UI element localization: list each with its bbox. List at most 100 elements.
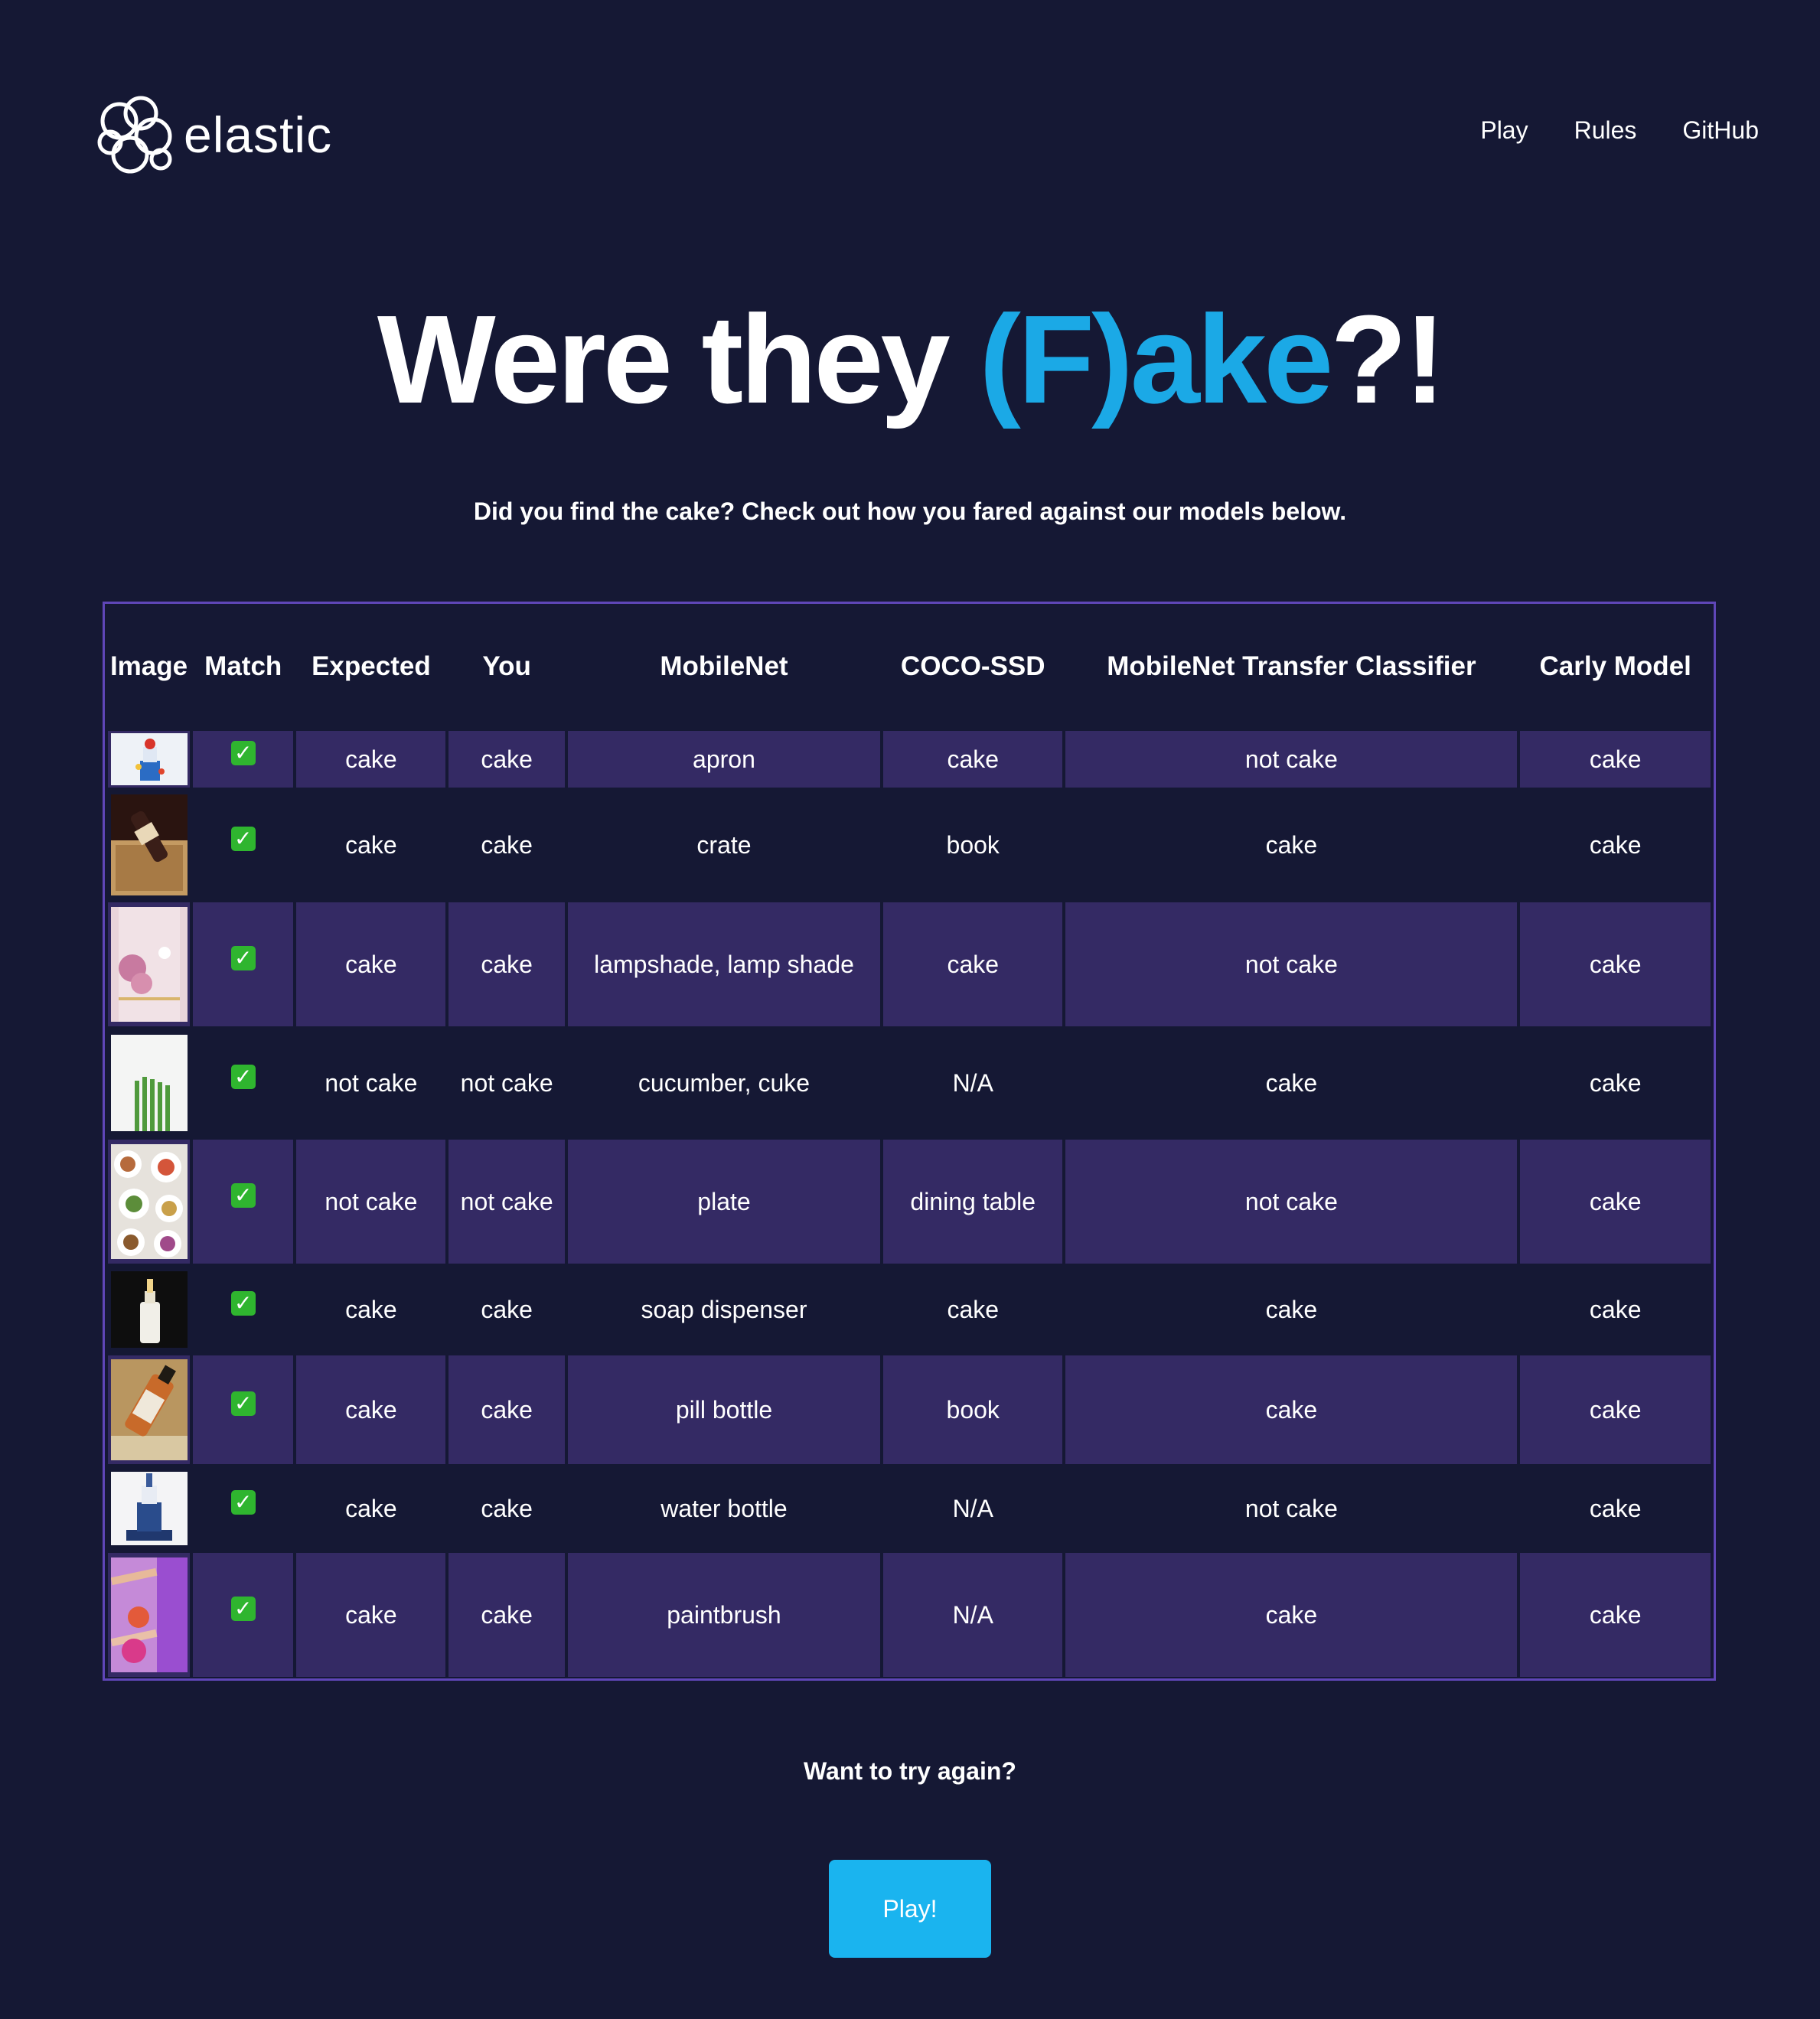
results-table: Image Match Expected You MobileNet COCO-… [105,604,1714,1678]
paintbrush-thumbnail [110,1557,188,1672]
water-bottle-thumbnail [110,1472,188,1545]
you-cell: cake [448,1553,565,1677]
crate-thumbnail [110,794,188,895]
match-cell: ✓ [193,731,294,788]
carly-model-cell: cake [1520,1140,1711,1264]
transfer-classifier-cell: cake [1065,791,1518,899]
page-title: Were they (F)ake?! [0,283,1820,436]
coco-ssd-cell: N/A [883,1029,1063,1137]
lampshade-cake-thumbnail [110,907,188,1022]
you-cell: cake [448,1467,565,1550]
mobilenet-cell: cucumber, cuke [567,1029,881,1137]
image-cell [108,731,191,788]
transfer-classifier-cell: cake [1065,1355,1518,1464]
coco-ssd-cell: book [883,791,1063,899]
soap-dispenser-thumbnail [110,1271,188,1348]
match-cell: ✓ [193,1467,294,1550]
checkmark-icon: ✓ [230,945,256,970]
col-header-match: Match [204,651,282,681]
coco-ssd-cell: book [883,1355,1063,1464]
expected-cell: cake [296,902,446,1026]
asparagus-thumbnail [110,1035,188,1131]
expected-cell: not cake [296,1140,446,1264]
carly-model-cell: cake [1520,731,1711,788]
table-row: ✓ cake cake water bottle N/A not cake ca… [108,1467,1711,1550]
expected-cell: cake [296,1355,446,1464]
carly-model-cell: cake [1520,1553,1711,1677]
play-button[interactable]: Play! [829,1860,991,1958]
coco-ssd-cell: N/A [883,1553,1063,1677]
checkmark-icon: ✓ [230,1064,256,1089]
expected-cell: cake [296,731,446,788]
match-cell: ✓ [193,1029,294,1137]
you-cell: cake [448,731,565,788]
col-header-mobilenet: MobileNet [660,651,788,681]
col-header-image: Image [109,651,188,681]
checkmark-icon: ✓ [230,1489,256,1515]
image-cell [108,1029,191,1137]
mobilenet-cell: water bottle [567,1467,881,1550]
title-part-1: Were they [377,289,980,429]
expected-cell: not cake [296,1029,446,1137]
pill-bottle-thumbnail [110,1359,188,1460]
you-cell: not cake [448,1140,565,1264]
results-table-container: Image Match Expected You MobileNet COCO-… [103,602,1716,1681]
carly-model-cell: cake [1520,1029,1711,1137]
transfer-classifier-cell: cake [1065,1267,1518,1352]
plates-thumbnail [110,1144,188,1259]
checkmark-icon: ✓ [230,1596,256,1621]
expected-cell: cake [296,791,446,899]
image-cell [108,902,191,1026]
image-cell [108,1355,191,1464]
match-cell: ✓ [193,1267,294,1352]
mobilenet-cell: apron [567,731,881,788]
cake-thumbnail [110,733,188,785]
coco-ssd-cell: N/A [883,1467,1063,1550]
coco-ssd-cell: cake [883,902,1063,1026]
checkmark-icon: ✓ [230,1290,256,1316]
checkmark-icon: ✓ [230,826,256,851]
checkmark-icon: ✓ [230,740,256,765]
title-part-2: ?! [1330,289,1446,429]
col-header-you: You [482,651,531,681]
table-header-row: Image Match Expected You MobileNet COCO-… [108,605,1711,728]
elastic-logo-icon [97,96,172,174]
nav-github[interactable]: GitHub [1682,116,1759,145]
carly-model-cell: cake [1520,1267,1711,1352]
carly-model-cell: cake [1520,1355,1711,1464]
table-row: ✓ cake cake lampshade, lamp shade cake n… [108,902,1711,1026]
you-cell: cake [448,902,565,1026]
mobilenet-cell: pill bottle [567,1355,881,1464]
match-cell: ✓ [193,1553,294,1677]
mobilenet-cell: lampshade, lamp shade [567,902,881,1026]
mobilenet-cell: paintbrush [567,1553,881,1677]
nav-rules[interactable]: Rules [1574,116,1637,145]
mobilenet-cell: soap dispenser [567,1267,881,1352]
table-row: ✓ cake cake soap dispenser cake cake cak… [108,1267,1711,1352]
expected-cell: cake [296,1267,446,1352]
transfer-classifier-cell: cake [1065,1029,1518,1137]
page-subtitle: Did you find the cake? Check out how you… [473,497,1347,525]
nav-play[interactable]: Play [1480,116,1528,145]
try-again-text: Want to try again? [804,1757,1016,1785]
image-cell [108,1267,191,1352]
title-accent: (F)ake [979,289,1333,429]
col-header-transfer-classifier: MobileNet Transfer Classifier [1107,651,1476,681]
col-header-expected: Expected [311,651,431,681]
elastic-logo[interactable]: elastic [96,95,332,175]
site-header: elastic Play Rules GitHub [0,0,1820,276]
table-row: ✓ cake cake pill bottle book cake cake [108,1355,1711,1464]
top-nav: Play Rules GitHub [1480,116,1759,145]
coco-ssd-cell: cake [883,1267,1063,1352]
match-cell: ✓ [193,1355,294,1464]
table-row: ✓ not cake not cake cucumber, cuke N/A c… [108,1029,1711,1137]
carly-model-cell: cake [1520,791,1711,899]
mobilenet-cell: plate [567,1140,881,1264]
table-row: ✓ cake cake crate book cake cake [108,791,1711,899]
transfer-classifier-cell: cake [1065,1553,1518,1677]
transfer-classifier-cell: not cake [1065,902,1518,1026]
you-cell: cake [448,791,565,899]
checkmark-icon: ✓ [230,1182,256,1208]
match-cell: ✓ [193,1140,294,1264]
match-cell: ✓ [193,791,294,899]
